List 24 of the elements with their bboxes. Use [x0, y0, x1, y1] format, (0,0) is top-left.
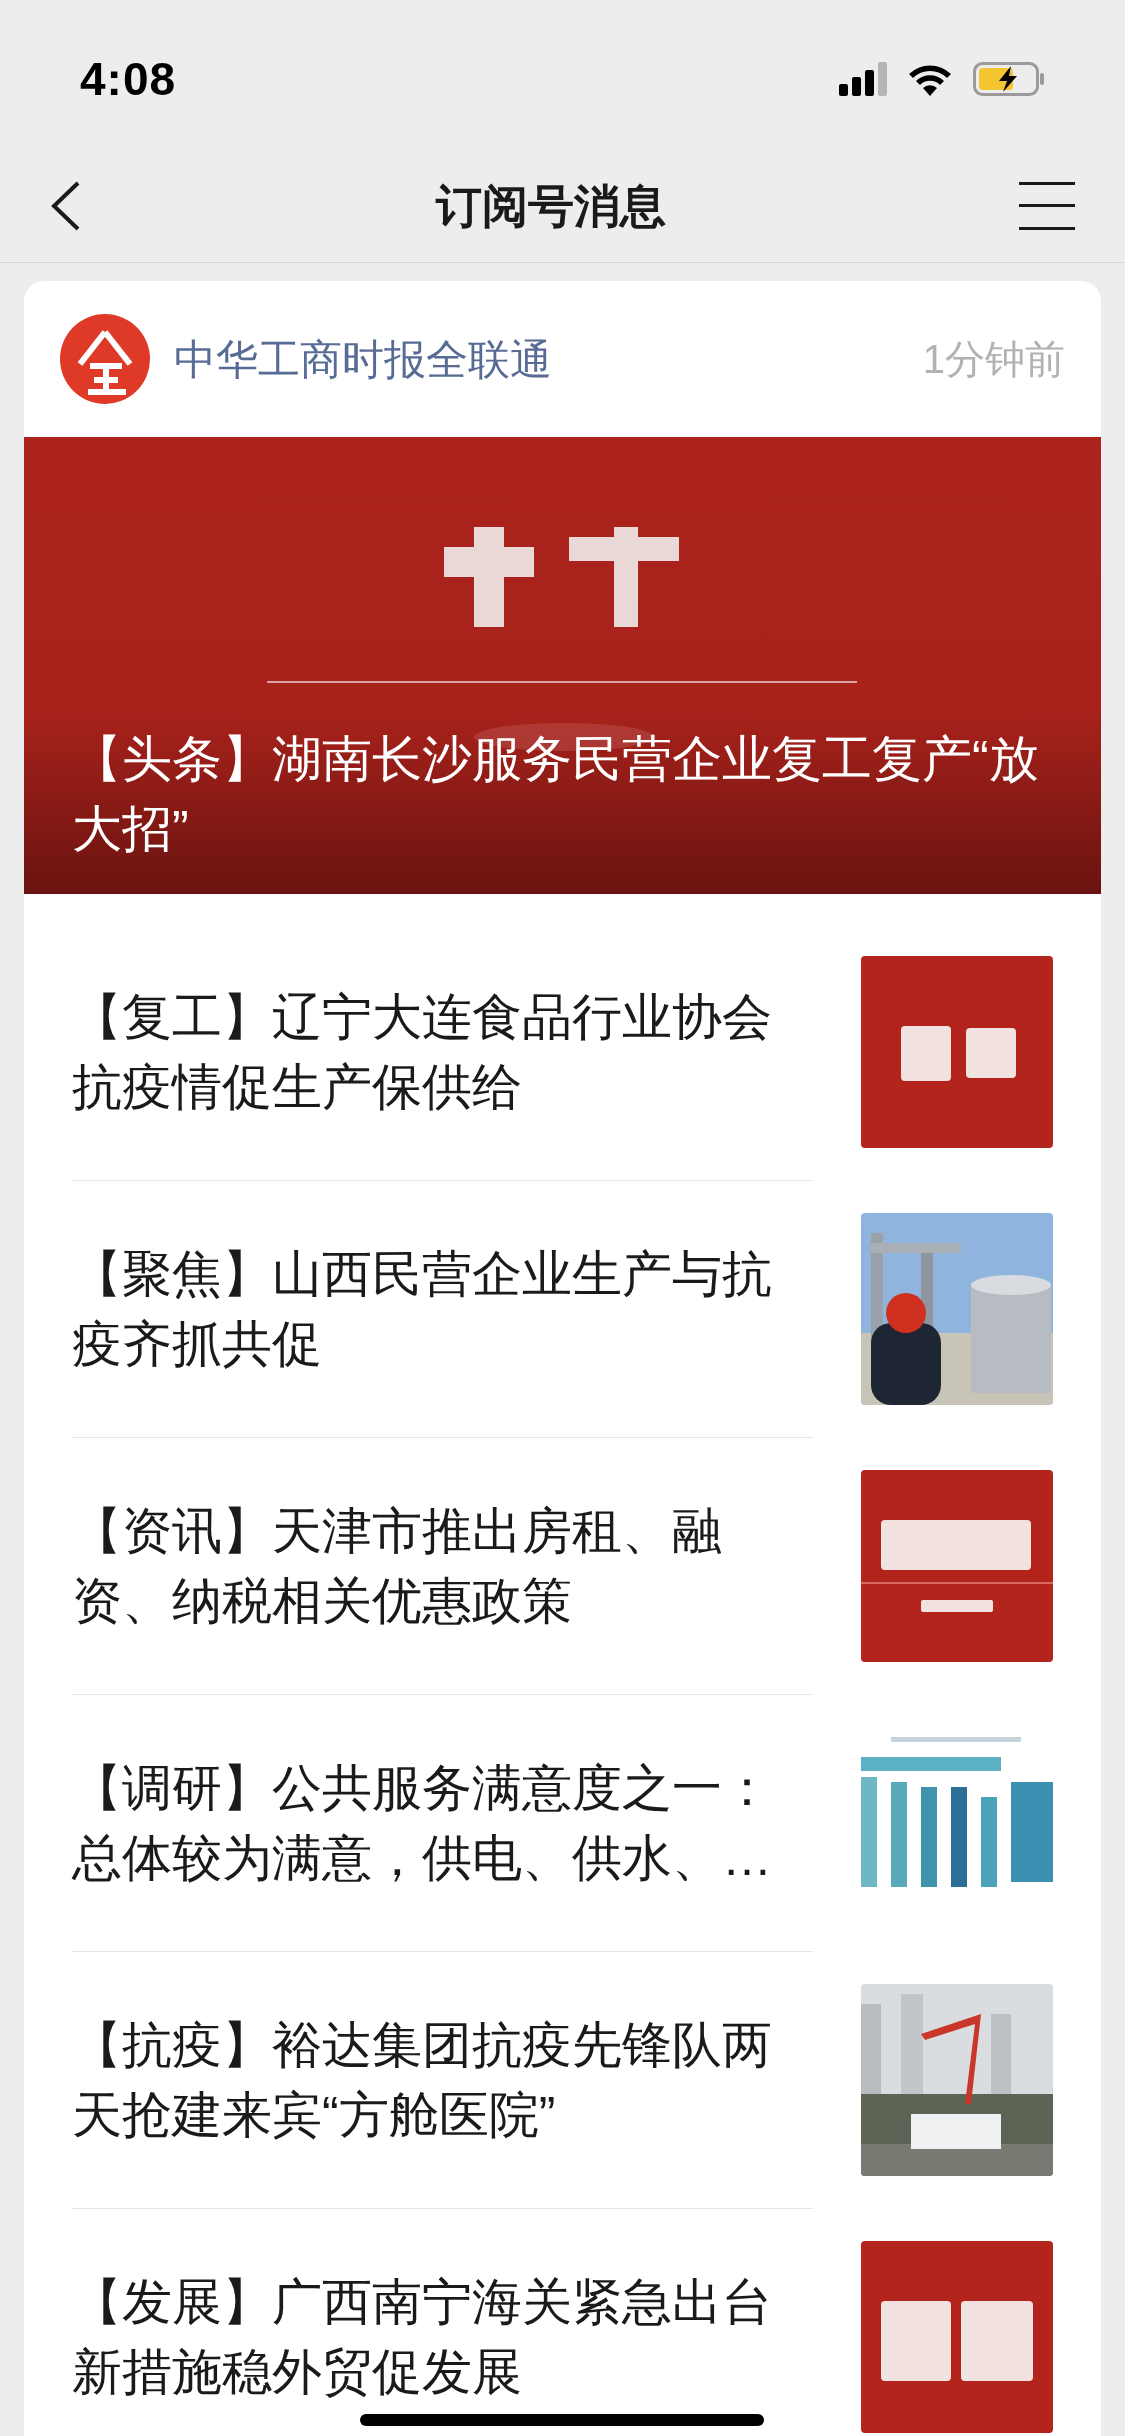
article-item[interactable]: 【调研】公共服务满意度之一：总体较为满意，供电、供水、…	[24, 1695, 1101, 1951]
nav-title: 订阅号消息	[435, 178, 666, 234]
article-headline: 【抗疫】裕达集团抗疫先锋队两天抢建来宾“方舱医院”	[72, 2016, 773, 2145]
article-headline: 【复工】辽宁大连食品行业协会抗疫情促生产保供给	[72, 988, 773, 1117]
article-headline: 【聚焦】山西民营企业生产与抗疫齐抓共促	[72, 1245, 773, 1374]
article-item[interactable]: 【聚焦】山西民营企业生产与抗疫齐抓共促	[24, 1181, 1101, 1437]
wifi-icon	[907, 62, 953, 96]
article-headline: 【资讯】天津市推出房租、融资、纳税相关优惠政策	[72, 1502, 723, 1631]
account-avatar-icon[interactable]	[60, 314, 150, 404]
message-time: 1分钟前	[922, 336, 1065, 383]
article-item[interactable]: 【发展】广西南宁海关紧急出台新措施稳外贸促发展	[24, 2209, 1101, 2436]
article-headline: 【调研】公共服务满意度之一：总体较为满意，供电、供水、…	[72, 1759, 773, 1888]
battery-icon	[973, 62, 1045, 96]
article-item[interactable]: 【抗疫】裕达集团抗疫先锋队两天抢建来宾“方舱医院”	[24, 1952, 1101, 2208]
article-item[interactable]: 【复工】辽宁大连食品行业协会抗疫情促生产保供给	[24, 924, 1101, 1180]
back-icon[interactable]	[50, 181, 82, 231]
account-name[interactable]: 中华工商时报全联通	[174, 327, 923, 391]
hero-article[interactable]: 【头条】湖南长沙服务民营企业复工复产“放大招”	[24, 437, 1101, 894]
menu-icon[interactable]	[1019, 182, 1075, 230]
hero-headline: 【头条】湖南长沙服务民营企业复工复产“放大招”	[72, 730, 1040, 859]
signal-icon	[839, 62, 887, 96]
status-time: 4:08	[80, 51, 177, 107]
article-headline: 【发展】广西南宁海关紧急出台新措施稳外贸促发展	[72, 2273, 773, 2402]
article-item[interactable]: 【资讯】天津市推出房租、融资、纳税相关优惠政策	[24, 1438, 1101, 1694]
